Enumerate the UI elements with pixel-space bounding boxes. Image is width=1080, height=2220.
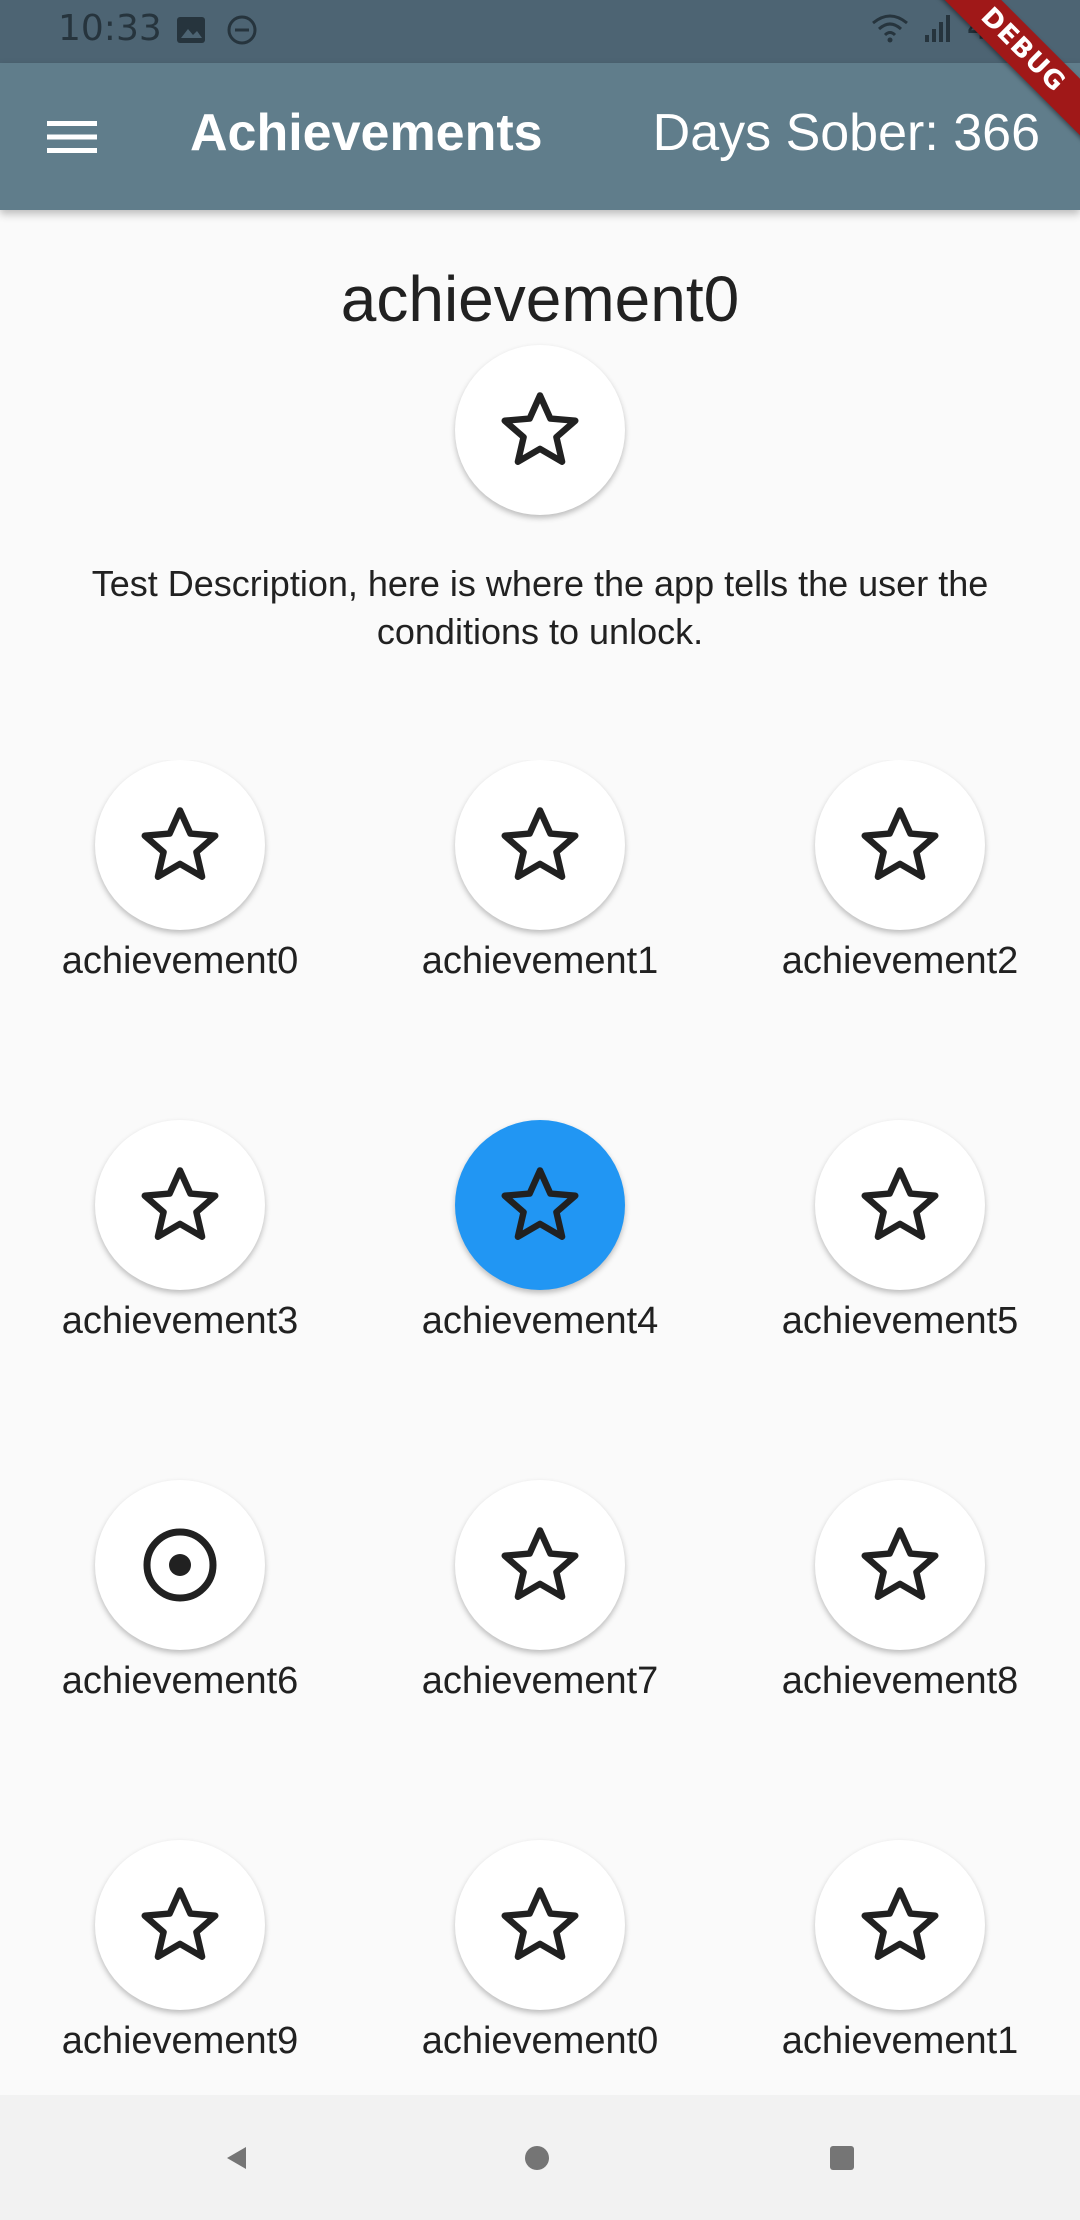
achievement-label: achievement2: [781, 940, 1019, 982]
star-outline-icon: [861, 1527, 939, 1600]
debug-banner: DEBUG: [927, 0, 1080, 146]
star-outline-icon: [861, 1167, 939, 1240]
achievement-tile[interactable]: achievement1: [360, 760, 720, 1120]
achievement-tile[interactable]: achievement4: [360, 1120, 720, 1480]
home-button[interactable]: [507, 2135, 567, 2180]
achievement-tile[interactable]: achievement7: [360, 1480, 720, 1840]
star-outline-icon: [141, 1887, 219, 1960]
achievement-tile[interactable]: achievement8: [720, 1480, 1080, 1840]
achievement-badge[interactable]: [815, 760, 985, 930]
achievement-label: achievement0: [421, 2020, 659, 2062]
target-icon: [143, 1528, 217, 1602]
achievements-grid[interactable]: achievement0 achievement1 achievement2 achi…: [0, 760, 1080, 2095]
system-navigation-bar: [0, 2095, 1080, 2220]
achievement-description: Test Description, here is where the app …: [91, 563, 989, 652]
achievement-label: achievement1: [421, 940, 659, 982]
achievement-badge[interactable]: [455, 1480, 625, 1650]
achievement-tile[interactable]: achievement3: [0, 1120, 360, 1480]
achievement-tile[interactable]: achievement2: [720, 760, 1080, 1120]
achievement-tile[interactable]: achievement0: [360, 1840, 720, 2095]
star-outline-icon: [861, 1887, 939, 1960]
achievement-label: achievement4: [421, 1300, 659, 1342]
achievement-badge[interactable]: [815, 1840, 985, 2010]
achievement-label: achievement0: [61, 940, 299, 982]
achievement-label: achievement7: [421, 1660, 659, 1702]
selected-achievement-title: achievement0: [340, 263, 740, 335]
achievement-tile[interactable]: achievement6: [0, 1480, 360, 1840]
star-outline-icon: [141, 807, 219, 880]
achievement-tile[interactable]: achievement1: [720, 1840, 1080, 2095]
achievement-label: achievement3: [61, 1300, 299, 1342]
page-title: Achievements: [190, 104, 543, 162]
star-outline-icon: [501, 392, 579, 465]
star-outline-icon: [501, 807, 579, 880]
star-outline-icon: [501, 1167, 579, 1240]
achievement-badge[interactable]: [95, 1840, 265, 2010]
recents-button[interactable]: [812, 2135, 872, 2180]
star-outline-icon: [861, 807, 939, 880]
star-outline-icon: [501, 1887, 579, 1960]
star-outline-icon: [141, 1167, 219, 1240]
achievement-label: achievement1: [781, 2020, 1019, 2062]
achievement-label: achievement5: [781, 1300, 1019, 1342]
do-not-disturb-icon: [227, 15, 257, 45]
achievement-label: achievement8: [781, 1660, 1019, 1702]
recents-square-icon: [830, 2145, 854, 2170]
achievement-label: achievement6: [61, 1660, 299, 1702]
achievement-label: achievement9: [61, 2020, 299, 2062]
achievement-badge[interactable]: [95, 1120, 265, 1290]
hamburger-menu-icon: [47, 121, 97, 153]
achievement-badge[interactable]: [455, 1840, 625, 2010]
image-icon: [177, 17, 205, 43]
status-notification-icons: [176, 14, 258, 46]
debug-banner-container: DEBUG: [910, 0, 1080, 170]
achievement-tile[interactable]: achievement9: [0, 1840, 360, 2095]
achievement-badge[interactable]: [95, 760, 265, 930]
achievement-badge[interactable]: [815, 1480, 985, 1650]
achievement-badge[interactable]: [815, 1120, 985, 1290]
achievement-badge[interactable]: [455, 1120, 625, 1290]
menu-button[interactable]: [34, 103, 110, 171]
achievement-badge[interactable]: [455, 760, 625, 930]
star-outline-icon: [501, 1527, 579, 1600]
achievement-tile[interactable]: achievement0: [0, 760, 360, 1120]
back-button[interactable]: [206, 2135, 266, 2180]
status-time: 10:33: [58, 8, 162, 49]
home-circle-icon: [525, 2145, 549, 2170]
selected-achievement-badge: [455, 345, 625, 515]
achievement-badge[interactable]: [95, 1480, 265, 1650]
achievement-tile[interactable]: achievement5: [720, 1120, 1080, 1480]
back-triangle-icon: [227, 2146, 246, 2169]
wifi-icon: [871, 14, 908, 43]
